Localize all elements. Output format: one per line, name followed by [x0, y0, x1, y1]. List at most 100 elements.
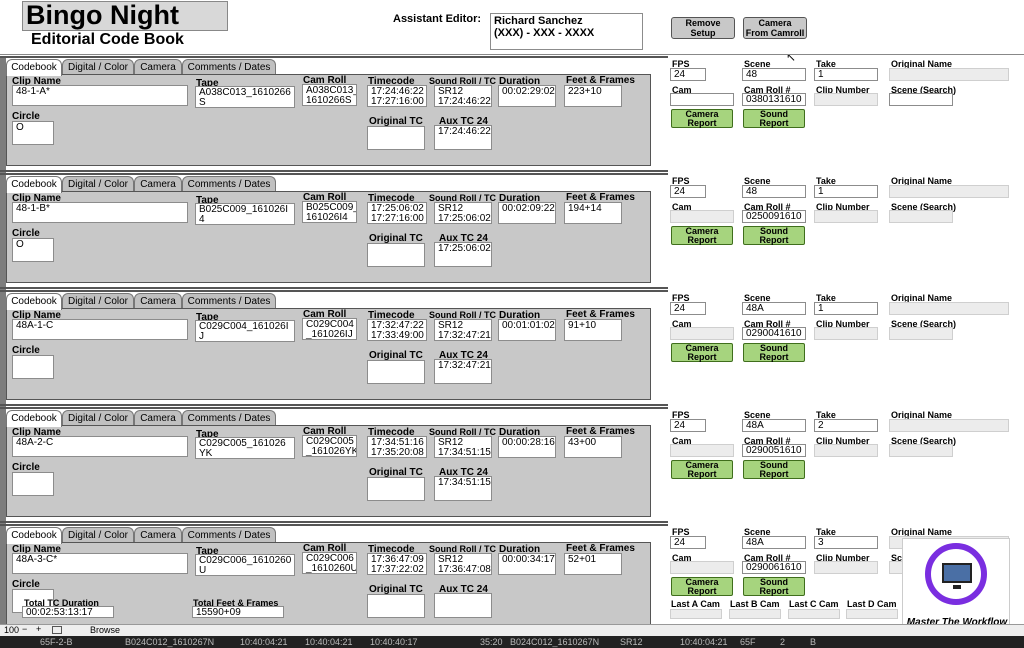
feet-frames-field[interactable]: 223+10 [564, 85, 622, 107]
tab-camera[interactable]: Camera [134, 59, 182, 75]
take-field[interactable]: 1 [814, 185, 878, 198]
take-field[interactable]: 3 [814, 536, 878, 549]
scene-search-field[interactable] [889, 93, 953, 106]
scene-search-field[interactable] [889, 327, 953, 340]
original-tc-field[interactable] [367, 360, 425, 384]
timecode-field[interactable]: 17:32:47:22 17:33:49:00 [367, 319, 427, 341]
cam-field[interactable] [670, 444, 734, 457]
scene-search-field[interactable] [889, 444, 953, 457]
last-c-cam-field[interactable] [788, 609, 840, 619]
original-name-field[interactable] [889, 185, 1009, 198]
tab-camera[interactable]: Camera [134, 410, 182, 426]
remove-setup-button[interactable]: Remove Setup [671, 17, 735, 39]
fps-field[interactable]: 24 [670, 302, 706, 315]
take-field[interactable]: 1 [814, 302, 878, 315]
scene-field[interactable]: 48 [742, 68, 806, 81]
tab-codebook[interactable]: Codebook [6, 293, 62, 310]
tape-field[interactable]: B025C009_161026I 4 [195, 203, 295, 225]
cam-roll-number-field[interactable]: 0250091610 [742, 210, 806, 223]
circle-field[interactable]: O [12, 121, 54, 145]
clip-number-field[interactable] [814, 327, 878, 340]
tab-digital-color[interactable]: Digital / Color [62, 293, 134, 309]
tape-field[interactable]: C029C005_161026 YK [195, 437, 295, 459]
aux-tc-field[interactable]: 17:25:06:02 [434, 242, 492, 267]
timecode-field[interactable]: 17:24:46:22 17:27:16:00 [367, 85, 427, 107]
original-name-field[interactable] [889, 302, 1009, 315]
tape-field[interactable]: C029C004_161026I J [195, 320, 295, 342]
clip-name-field[interactable]: 48-1-A* [12, 85, 188, 106]
camera-report-button[interactable]: Camera Report [671, 577, 733, 596]
cam-roll-field[interactable]: C029C006 _1610260U [302, 552, 357, 574]
clip-number-field[interactable] [814, 93, 878, 106]
cam-roll-field[interactable]: A038C013_ 1610266S [302, 84, 357, 106]
mode-label[interactable]: Browse [90, 625, 120, 635]
camera-report-button[interactable]: Camera Report [671, 109, 733, 128]
aux-tc-field[interactable]: 17:34:51:15 [434, 476, 492, 501]
sound-report-button[interactable]: Sound Report [743, 109, 805, 128]
clip-name-field[interactable]: 48A-2-C [12, 436, 188, 457]
scene-field[interactable]: 48 [742, 185, 806, 198]
cam-roll-field[interactable]: C029C004 _161026IJ [302, 318, 357, 340]
circle-field[interactable] [12, 472, 54, 496]
last-d-cam-field[interactable] [846, 609, 898, 619]
original-tc-field[interactable] [367, 594, 425, 618]
clip-name-field[interactable]: 48-1-B* [12, 202, 188, 223]
feet-frames-field[interactable]: 91+10 [564, 319, 622, 341]
take-field[interactable]: 2 [814, 419, 878, 432]
clip-number-field[interactable] [814, 210, 878, 223]
sound-roll-field[interactable]: SR12 17:24:46:22 [434, 85, 492, 107]
original-name-field[interactable] [889, 419, 1009, 432]
sound-report-button[interactable]: Sound Report [743, 343, 805, 362]
aux-tc-field[interactable]: 17:32:47:21 [434, 359, 492, 384]
last-b-cam-field[interactable] [729, 609, 781, 619]
cam-roll-field[interactable]: B025C009_ 161026I4 [302, 201, 357, 223]
timecode-field[interactable]: 17:34:51:16 17:35:20:08 [367, 436, 427, 458]
tab-camera[interactable]: Camera [134, 527, 182, 543]
tab-comments-dates[interactable]: Comments / Dates [182, 176, 276, 192]
scene-field[interactable]: 48A [742, 419, 806, 432]
last-a-cam-field[interactable] [670, 609, 722, 619]
cam-roll-number-field[interactable]: 0290051610 [742, 444, 806, 457]
duration-field[interactable]: 00:00:34:17 [498, 553, 556, 575]
total-ff-field[interactable]: 15590+09 [192, 606, 284, 618]
zoom-level[interactable]: 100 [4, 625, 19, 635]
sound-roll-field[interactable]: SR12 17:25:06:02 [434, 202, 492, 224]
tab-digital-color[interactable]: Digital / Color [62, 527, 134, 543]
tab-comments-dates[interactable]: Comments / Dates [182, 59, 276, 75]
cam-field[interactable] [670, 93, 734, 106]
clip-number-field[interactable] [814, 561, 878, 574]
tab-camera[interactable]: Camera [134, 176, 182, 192]
original-tc-field[interactable] [367, 243, 425, 267]
duration-field[interactable]: 00:00:28:16 [498, 436, 556, 458]
tab-codebook[interactable]: Codebook [6, 59, 62, 76]
clip-number-field[interactable] [814, 444, 878, 457]
sound-roll-field[interactable]: SR12 17:34:51:15 [434, 436, 492, 458]
tab-comments-dates[interactable]: Comments / Dates [182, 527, 276, 543]
fps-field[interactable]: 24 [670, 68, 706, 81]
cam-roll-number-field[interactable]: 0290041610 [742, 327, 806, 340]
fps-field[interactable]: 24 [670, 419, 706, 432]
aux-tc-field[interactable] [434, 593, 492, 618]
sound-roll-field[interactable]: SR12 17:32:47:21 [434, 319, 492, 341]
camera-from-camroll-button[interactable]: Camera From Camroll [743, 17, 807, 39]
duration-field[interactable]: 00:02:29:02 [498, 85, 556, 107]
tab-codebook[interactable]: Codebook [6, 527, 62, 544]
tape-field[interactable]: C029C006_1610260 U [195, 554, 295, 576]
feet-frames-field[interactable]: 194+14 [564, 202, 622, 224]
camera-report-button[interactable]: Camera Report [671, 460, 733, 479]
fps-field[interactable]: 24 [670, 536, 706, 549]
cam-field[interactable] [670, 561, 734, 574]
assistant-editor-field[interactable]: Richard Sanchez (XXX) - XXX - XXXX [490, 13, 643, 50]
total-tc-field[interactable]: 00:02:53:13:17 [22, 606, 114, 618]
original-name-field[interactable] [889, 68, 1009, 81]
cam-field[interactable] [670, 210, 734, 223]
cam-roll-number-field[interactable]: 0380131610 [742, 93, 806, 106]
cam-roll-number-field[interactable]: 0290061610 [742, 561, 806, 574]
circle-field[interactable] [12, 355, 54, 379]
duration-field[interactable]: 00:02:09:22 [498, 202, 556, 224]
clip-name-field[interactable]: 48A-3-C* [12, 553, 188, 574]
aux-tc-field[interactable]: 17:24:46:22 [434, 125, 492, 150]
tab-digital-color[interactable]: Digital / Color [62, 410, 134, 426]
take-field[interactable]: 1 [814, 68, 878, 81]
scene-field[interactable]: 48A [742, 302, 806, 315]
